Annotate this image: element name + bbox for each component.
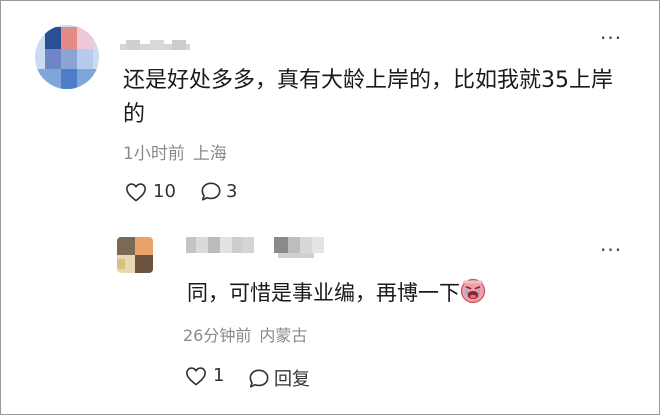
avatar[interactable]: [35, 25, 99, 89]
comment-text: 还是好处多多，真有大龄上岸的，比如我就35上岸的: [123, 64, 623, 132]
crying-face-emoji: [460, 278, 486, 312]
like-button[interactable]: 1: [185, 365, 224, 386]
comment-bubble-icon: [200, 181, 222, 202]
like-count: 10: [153, 181, 176, 202]
timestamp: 26分钟前: [183, 326, 252, 345]
comment-meta: 26分钟前 内蒙古: [183, 325, 315, 347]
comment-bubble-icon: [248, 368, 270, 389]
screenshot-frame: [0, 0, 660, 415]
location: 内蒙古: [259, 326, 308, 345]
username-blurred[interactable]: [120, 36, 192, 50]
location: 上海: [192, 144, 227, 164]
reply-count: 3: [226, 181, 238, 202]
reply-label: 回复: [274, 369, 310, 390]
reply-button[interactable]: 回复: [248, 365, 310, 391]
timestamp: 1小时前: [123, 144, 185, 164]
username-blurred[interactable]: [186, 237, 336, 261]
heart-icon: [185, 366, 207, 386]
more-dots-icon[interactable]: ···: [600, 240, 622, 260]
like-count: 1: [213, 365, 225, 386]
comment-text-content: 还是好处多多，真有大龄上岸的，比如我就35上岸的: [123, 68, 613, 127]
heart-icon: [125, 182, 147, 202]
avatar[interactable]: [117, 237, 153, 273]
more-dots-icon[interactable]: ···: [600, 28, 622, 48]
comment-text-content: 同，可惜是事业编，再博一下: [187, 281, 460, 305]
comment-meta: 1小时前 上海: [123, 143, 235, 165]
like-button[interactable]: 10: [125, 181, 176, 202]
reply-button[interactable]: 3: [200, 181, 237, 202]
comment-text: 同，可惜是事业编，再博一下: [187, 278, 587, 312]
